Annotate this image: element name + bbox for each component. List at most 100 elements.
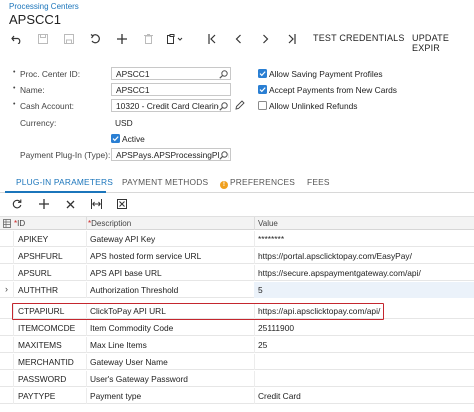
accept-new-cards-checkbox[interactable] (258, 85, 267, 94)
add-row-icon[interactable] (37, 195, 51, 213)
table-row[interactable]: PAYTYPE Payment type Credit Card (0, 388, 474, 404)
plugin-type-label: Payment Plug-In (Type): (20, 150, 111, 160)
search-icon[interactable] (219, 151, 228, 160)
delete-row-icon[interactable] (63, 195, 77, 213)
cell-description: User's Gateway Password (90, 374, 188, 384)
row-divider (13, 248, 14, 264)
cell-description: Payment type (90, 391, 142, 401)
row-divider (13, 337, 14, 353)
currency-value: USD (115, 118, 133, 128)
last-record-icon[interactable] (284, 30, 298, 48)
table-row[interactable]: APSURL APS API base URL https://secure.a… (0, 265, 474, 281)
row-divider (254, 388, 255, 404)
cell-id: PAYTYPE (18, 391, 56, 401)
row-divider (86, 248, 87, 264)
tab-bar: PLUG-IN PARAMETERS PAYMENT METHODS ! PREF… (0, 172, 474, 193)
row-divider (86, 282, 87, 298)
search-icon[interactable] (219, 70, 228, 79)
test-credentials-button[interactable]: TEST CREDENTIALS (313, 33, 405, 43)
name-field[interactable]: APSCC1 (111, 83, 231, 96)
required-marker: • (13, 85, 16, 92)
table-row[interactable]: APSHFURL APS hosted form service URL htt… (0, 248, 474, 264)
plugin-type-field[interactable]: APSPays.APSProcessingPlug (111, 148, 231, 161)
row-divider (13, 388, 14, 404)
grid-toolbar (0, 195, 474, 213)
cell-description: APS hosted form service URL (90, 251, 202, 261)
table-row[interactable]: MERCHANTID Gateway User Name (0, 354, 474, 370)
active-label: Active (122, 134, 145, 144)
column-header-value[interactable]: Value (258, 219, 278, 228)
previous-record-icon[interactable] (231, 30, 245, 48)
row-divider (86, 265, 87, 281)
active-checkbox[interactable] (111, 134, 120, 143)
column-header-id[interactable]: *ID (14, 219, 25, 228)
breadcrumb[interactable]: Processing Centers (9, 2, 79, 11)
refresh-icon[interactable] (10, 195, 24, 213)
table-row[interactable]: PASSWORD User's Gateway Password (0, 371, 474, 387)
cash-account-label: Cash Account: (20, 101, 75, 111)
fit-columns-icon[interactable] (89, 195, 103, 213)
next-record-icon[interactable] (258, 30, 272, 48)
row-divider (86, 371, 87, 387)
cell-value[interactable]: 25111900 (258, 323, 294, 333)
save-icon[interactable] (36, 30, 50, 48)
accept-new-cards-label: Accept Payments from New Cards (269, 85, 397, 95)
allow-saving-checkbox[interactable] (258, 69, 267, 78)
column-settings-icon[interactable] (3, 219, 11, 230)
tab-fees[interactable]: FEES (307, 177, 330, 187)
page-title: APSCC1 (9, 12, 62, 27)
delete-icon[interactable] (141, 30, 155, 48)
cash-account-value: 10320 - Credit Card Clearing (116, 101, 224, 111)
cell-value[interactable]: Credit Card (258, 391, 301, 401)
first-record-icon[interactable] (205, 30, 219, 48)
cash-account-field[interactable]: 10320 - Credit Card Clearing (111, 99, 231, 112)
column-header-description[interactable]: *Description (88, 219, 131, 228)
update-expiration-button[interactable]: UPDATE EXPIR (412, 33, 474, 53)
row-divider (254, 265, 255, 281)
selected-cell[interactable]: 5 (254, 282, 474, 298)
row-divider (254, 231, 255, 247)
cell-value[interactable]: 5 (258, 285, 263, 295)
cell-description: Authorization Threshold (90, 285, 179, 295)
cell-id: MERCHANTID (18, 357, 74, 367)
cell-id: ITEMCOMCDE (18, 323, 76, 333)
add-icon[interactable] (115, 30, 129, 48)
copy-paste-icon[interactable] (166, 30, 184, 48)
cell-value[interactable]: https://secure.apspaymentgateway.com/api… (258, 268, 421, 278)
row-divider (254, 354, 255, 370)
table-row[interactable]: ITEMCOMCDE Item Commodity Code 25111900 (0, 320, 474, 336)
cell-description: APS API base URL (90, 268, 162, 278)
cancel-icon[interactable] (88, 30, 102, 48)
row-divider (13, 282, 14, 298)
cell-description: Gateway User Name (90, 357, 168, 367)
save-close-icon[interactable] (62, 30, 76, 48)
tab-plugin-parameters[interactable]: PLUG-IN PARAMETERS (16, 177, 113, 187)
search-icon[interactable] (219, 102, 228, 111)
undo-arrow-icon[interactable] (9, 30, 23, 48)
cell-value[interactable]: ******** (258, 234, 284, 244)
cell-description: Max Line Items (90, 340, 147, 350)
currency-label: Currency: (20, 118, 57, 128)
grid-header: *ID *Description Value (0, 216, 474, 230)
export-excel-icon[interactable] (115, 195, 129, 213)
table-row[interactable]: MAXITEMS Max Line Items 25 (0, 337, 474, 353)
table-row[interactable]: › AUTHTHR Authorization Threshold 5 (0, 282, 474, 298)
cell-id: AUTHTHR (18, 285, 59, 295)
allow-unlinked-checkbox[interactable] (258, 101, 267, 110)
cell-value[interactable]: 25 (258, 340, 267, 350)
cell-value[interactable]: https://portal.apsclicktopay.com/EasyPay… (258, 251, 412, 261)
required-marker: • (13, 101, 16, 108)
edit-pencil-icon[interactable] (235, 100, 245, 112)
row-divider (254, 248, 255, 264)
proc-center-id-field[interactable]: APSCC1 (111, 67, 231, 80)
row-divider (13, 320, 14, 336)
row-divider (13, 231, 14, 247)
tab-payment-methods[interactable]: PAYMENT METHODS (122, 177, 208, 187)
plugin-type-value: APSPays.APSProcessingPlug (116, 150, 229, 160)
table-row[interactable]: APIKEY Gateway API Key ******** (0, 231, 474, 247)
row-divider (86, 320, 87, 336)
cell-id: APIKEY (18, 234, 49, 244)
summary-form: • Proc. Center ID: APSCC1 • Name: APSCC1… (0, 62, 474, 164)
row-divider (86, 337, 87, 353)
tab-preferences[interactable]: ! PREFERENCES (220, 177, 295, 189)
